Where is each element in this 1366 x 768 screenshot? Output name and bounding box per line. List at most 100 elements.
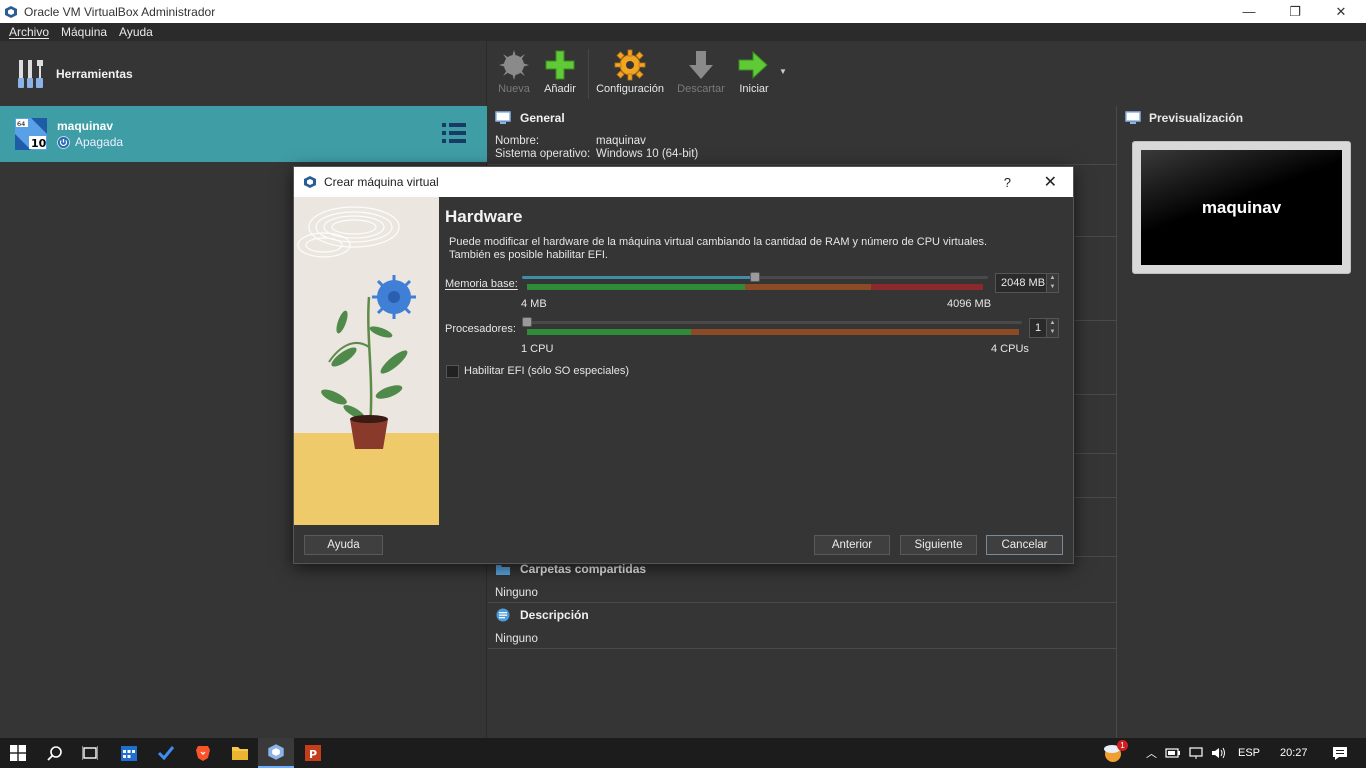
virtualbox-taskbar-app[interactable] [258,738,294,768]
cancel-button[interactable]: Cancelar [986,535,1063,555]
cpu-max: 4 CPUs [991,343,1029,355]
windows-logo-icon [10,745,26,761]
new-vm-button[interactable]: Nueva [494,47,534,95]
memory-spin-arrows-icon[interactable]: ▲ ▼ [1046,274,1058,292]
preview-pane: Previsualización maquinav [1116,106,1366,738]
network-icon[interactable] [1188,746,1204,760]
shared-folders-title[interactable]: Carpetas compartidas [520,562,646,576]
menu-ayuda[interactable]: Ayuda [119,25,153,39]
efi-checkbox[interactable] [446,365,459,378]
clock[interactable]: 20:27 [1280,747,1308,759]
cpu-spinbox[interactable]: 1 ▲ ▼ [1029,318,1059,338]
help-button[interactable]: Ayuda [304,535,383,555]
start-label: Iniciar [739,83,769,95]
calendar-app[interactable] [111,738,147,768]
weather-widget[interactable]: 1 [1102,740,1128,765]
tools-label: Herramientas [56,66,133,81]
wizard-page: Hardware Puede modificar el hardware de … [439,197,1073,525]
start-button[interactable]: Iniciar [732,47,776,95]
virtualbox-icon [268,744,284,760]
memory-band-orange [745,284,871,290]
brave-browser-app[interactable] [185,738,221,768]
memory-band-green [527,284,745,290]
start-button[interactable] [0,738,36,768]
memory-band-red [871,284,983,290]
taskbar-search[interactable] [37,738,73,768]
page-description-line1: Puede modificar el hardware de la máquin… [449,236,988,248]
preview-title[interactable]: Previsualización [1149,111,1243,125]
dialog-footer: Ayuda Anterior Siguiente Cancelar [294,525,1073,563]
window-title: Oracle VM VirtualBox Administrador [24,4,216,19]
discard-label: Descartar [677,83,725,95]
cpu-min: 1 CPU [521,343,554,355]
folder-icon [232,747,248,760]
memory-slider-fill [522,276,755,279]
file-explorer-app[interactable] [222,738,258,768]
windows-taskbar: P 1 ︿ ESP 20:27 [0,738,1366,768]
dialog-titlebar: Crear máquina virtual ? ✕ [294,167,1073,197]
menu-maquina[interactable]: Máquina [61,25,107,39]
preview-screen-text: maquinav [1141,150,1342,265]
cpu-band-green [527,329,691,335]
start-arrow-icon [738,50,768,80]
task-view-button[interactable] [72,738,108,768]
vm-list-item[interactable]: 64 10 maquinav Apagada [0,106,487,162]
new-vm-label: Nueva [498,83,530,95]
name-label: Nombre: [495,135,540,147]
discard-button[interactable]: Descartar [674,47,728,95]
vm-name: maquinav [57,119,114,133]
memory-min: 4 MB [521,298,547,310]
speech-bubble-icon [496,608,510,622]
tools-item[interactable]: Herramientas [0,41,487,106]
volume-icon[interactable] [1211,746,1227,760]
memory-label: Memoria base: [445,278,518,290]
windows10-os-icon: 64 10 [15,118,47,150]
svg-text:64: 64 [17,120,25,128]
checkmark-icon [157,746,175,761]
power-off-icon [57,135,70,149]
memory-slider-handle[interactable] [750,272,760,282]
powerpoint-app[interactable]: P [295,738,331,768]
chevron-up-icon[interactable]: ︿ [1146,745,1157,761]
vm-menu-icon[interactable] [441,121,467,145]
menu-archivo[interactable]: Archivo [9,25,49,39]
notifications-icon[interactable] [1332,745,1348,761]
language-indicator[interactable]: ESP [1238,747,1260,759]
dialog-title: Crear máquina virtual [324,175,439,189]
cpu-slider-handle[interactable] [522,317,532,327]
general-title[interactable]: General [520,111,565,125]
shared-folders-value: Ninguno [495,587,538,599]
start-dropdown-chevron-icon[interactable]: ▼ [779,67,787,76]
preview-monitor-icon [1125,111,1141,124]
dialog-close-icon[interactable]: ✕ [1044,172,1057,192]
back-button[interactable]: Anterior [814,535,890,555]
add-icon [545,50,575,80]
cpu-value: 1 [1035,322,1042,334]
close-window-button[interactable]: ✕ [1318,0,1364,23]
page-description: Puede modificar el hardware de la máquin… [449,236,1049,262]
cpu-label: Procesadores: [445,323,516,335]
calendar-icon [121,746,137,761]
cpu-slider-track[interactable] [522,321,1022,324]
flower-pot-illustration [294,197,439,525]
dialog-help-icon[interactable]: ? [1004,175,1011,190]
preview-screen: maquinav [1132,141,1351,274]
maximize-button[interactable]: ❐ [1272,0,1318,23]
minimize-button[interactable]: — [1226,0,1272,23]
add-vm-button[interactable]: Añadir [540,47,580,95]
window-titlebar: Oracle VM VirtualBox Administrador — ❐ ✕ [0,0,1366,23]
todo-app[interactable] [148,738,184,768]
memory-spinbox[interactable]: 2048 MB ▲ ▼ [995,273,1059,293]
battery-icon[interactable] [1165,747,1181,759]
cpu-spin-arrows-icon[interactable]: ▲ ▼ [1046,319,1058,337]
toolbar-separator [588,49,589,99]
wizard-illustration [294,197,439,525]
efi-label[interactable]: Habilitar EFI (sólo SO especiales) [464,365,629,377]
description-title[interactable]: Descripción [520,608,589,622]
menu-bar: Archivo Máquina Ayuda [0,23,1366,41]
os-label: Sistema operativo: [495,148,591,160]
next-button[interactable]: Siguiente [900,535,977,555]
powerpoint-icon: P [305,745,321,761]
settings-button[interactable]: Configuración [594,47,666,95]
system-tray: 1 ︿ ESP 20:27 [1102,738,1348,768]
